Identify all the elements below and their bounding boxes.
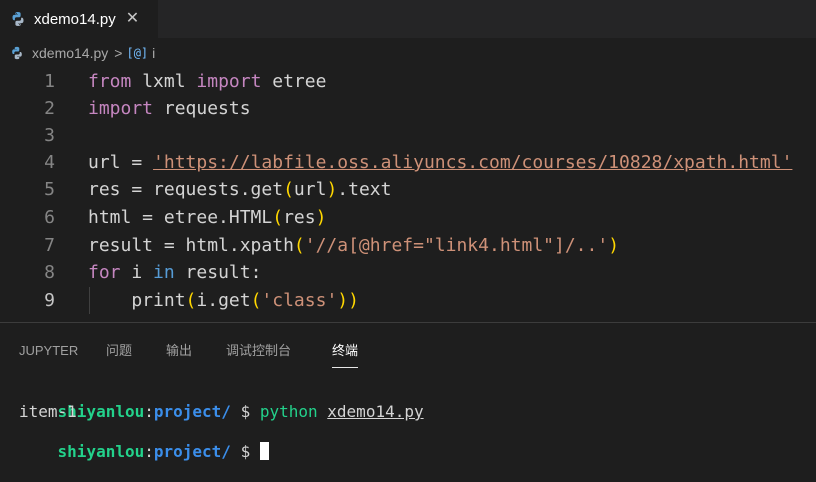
code-token: in	[153, 262, 175, 283]
tab-jupyter[interactable]: JUPYTER	[19, 323, 78, 368]
terminal-colon: :	[144, 402, 154, 421]
close-icon[interactable]: ✕	[126, 11, 139, 27]
code-token: (	[283, 179, 294, 200]
breadcrumb-separator: >	[114, 45, 123, 61]
code-line[interactable]: 5 res = requests.get(url).text	[0, 176, 816, 203]
tab-problems[interactable]: 问题	[106, 323, 132, 368]
code-text: url = 'https://labfile.oss.aliyuncs.com/…	[88, 149, 792, 176]
breadcrumb-symbol[interactable]: i	[152, 45, 155, 61]
code-token: result = html.xpath	[88, 235, 294, 256]
terminal-user: shiyanlou	[57, 442, 145, 461]
code-token: (	[185, 290, 197, 311]
terminal[interactable]: shiyanlou:project/ $ python xdemo14.py i…	[0, 380, 816, 461]
python-file-icon	[12, 46, 22, 60]
code-token: 'class'	[261, 290, 338, 311]
tab-output[interactable]: 输出	[166, 323, 192, 368]
line-number: 1	[44, 71, 55, 92]
code-text: html = etree.HTML(res)	[88, 204, 326, 231]
line-number: 3	[44, 125, 55, 146]
code-text: res = requests.get(url).text	[88, 176, 391, 203]
line-number: 7	[44, 235, 55, 256]
line-number: 6	[44, 207, 55, 228]
code-token: )	[326, 179, 338, 200]
terminal-path: project/	[153, 402, 231, 421]
terminal-path: project/	[153, 442, 231, 461]
code-token: url	[293, 179, 327, 200]
code-token: result:	[174, 262, 262, 283]
code-line[interactable]: 7 result = html.xpath('//a[@href="link4.h…	[0, 232, 816, 259]
code-token: etree	[261, 71, 327, 92]
code-token: )	[608, 235, 620, 256]
code-line[interactable]: 1 from lxml import etree	[0, 68, 816, 95]
terminal-line-command: shiyanlou:project/ $ python xdemo14.py	[19, 382, 424, 421]
code-token: import	[196, 71, 262, 92]
indent-guide	[89, 287, 90, 314]
code-token: for	[88, 262, 121, 283]
code-token: from	[88, 71, 132, 92]
code-text: result = html.xpath('//a[@href="link4.ht…	[88, 232, 619, 259]
line-number: 8	[44, 262, 55, 283]
python-file-icon	[12, 12, 24, 26]
line-number: 5	[44, 179, 55, 200]
code-token: lxml	[131, 71, 197, 92]
code-token: requests	[153, 98, 251, 119]
line-number: 4	[44, 152, 55, 173]
code-token: res	[283, 207, 316, 228]
code-token: )	[315, 207, 327, 228]
code-line[interactable]: 4 url = 'https://labfile.oss.aliyuncs.com…	[0, 149, 816, 176]
code-line[interactable]: 8 for i in result:	[0, 259, 816, 286]
code-token: i.get	[196, 290, 251, 311]
line-number: 9	[44, 290, 55, 311]
editor-tab[interactable]: xdemo14.py ✕	[0, 0, 158, 38]
code-line[interactable]: 2 import requests	[0, 95, 816, 122]
code-token: import	[88, 98, 154, 119]
code-editor[interactable]: 1 from lxml import etree 2 import requests 3…	[0, 68, 816, 322]
code-token: ))	[337, 290, 359, 311]
terminal-prompt-symbol: $	[230, 442, 260, 461]
terminal-prompt-symbol: $	[230, 402, 260, 421]
tab-debug-console[interactable]: 调试控制台	[226, 323, 291, 368]
terminal-output: item-1	[19, 402, 77, 421]
line-number: 2	[44, 98, 55, 119]
code-token: print	[88, 290, 186, 311]
code-text: print(i.get('class'))	[88, 287, 359, 314]
code-token: (	[272, 207, 284, 228]
code-token: i	[120, 262, 154, 283]
code-line[interactable]: 6 html = etree.HTML(res)	[0, 204, 816, 231]
code-text: for i in result:	[88, 259, 261, 286]
terminal-argument[interactable]: xdemo14.py	[327, 402, 423, 421]
breadcrumb: xdemo14.py > [@] i	[0, 38, 816, 68]
tab-filename: xdemo14.py	[34, 10, 116, 28]
terminal-command: python	[259, 402, 318, 421]
panel-tabs: JUPYTER 问题 输出 调试控制台 终端	[0, 323, 816, 368]
code-token: '//a[@href="link4.html"]/..'	[304, 235, 609, 256]
code-line[interactable]: 9 print(i.get('class'))	[0, 287, 816, 314]
code-token: html = etree.HTML	[88, 207, 273, 228]
code-text: import requests	[88, 95, 251, 122]
breadcrumb-file[interactable]: xdemo14.py	[32, 45, 108, 61]
code-text: from lxml import etree	[88, 68, 326, 95]
code-token: 'https://labfile.oss.aliyuncs.com/course…	[153, 152, 793, 173]
terminal-cursor	[259, 442, 269, 460]
code-line[interactable]: 3	[0, 122, 816, 149]
terminal-line-prompt: shiyanlou:project/ $	[19, 422, 269, 461]
code-token: (	[293, 235, 305, 256]
code-token: res = requests.get	[88, 179, 284, 200]
tab-bar: xdemo14.py ✕	[0, 0, 816, 38]
variable-symbol-icon: [@]	[126, 46, 149, 60]
code-token: url =	[88, 152, 154, 173]
code-token: (	[250, 290, 262, 311]
terminal-colon: :	[144, 442, 154, 461]
code-token: .text	[337, 179, 392, 200]
tab-terminal[interactable]: 终端	[332, 323, 359, 368]
